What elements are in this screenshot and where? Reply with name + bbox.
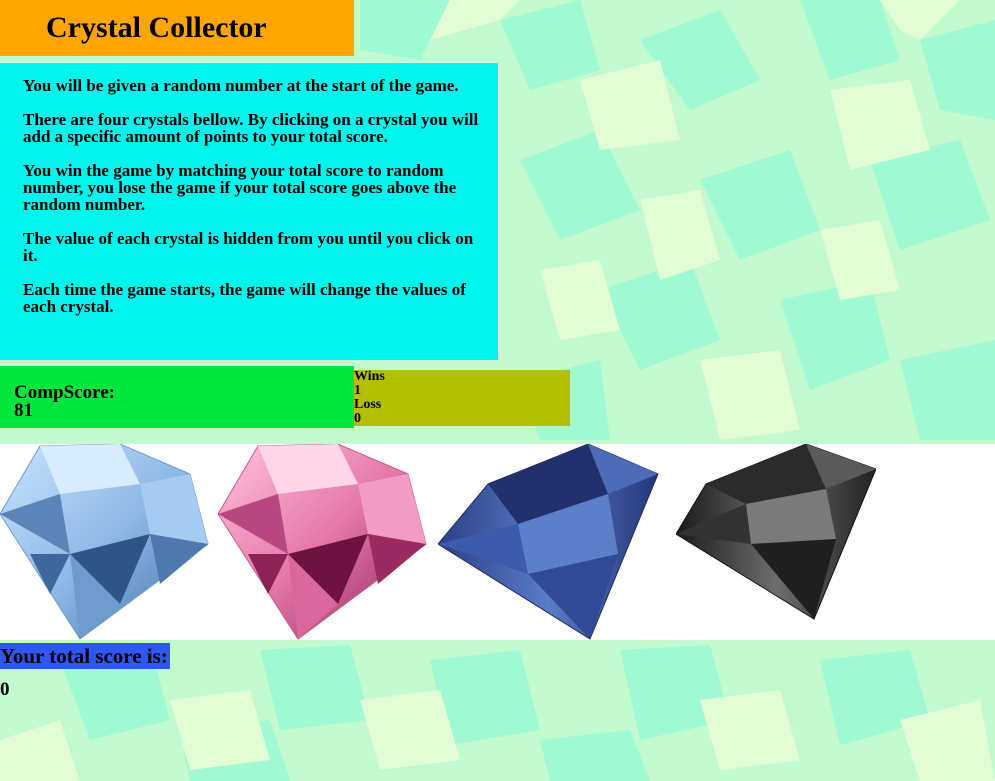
wins-value: 1 <box>354 383 361 398</box>
instruction-line: You will be given a random number at the… <box>23 76 459 95</box>
instruction-line: The value of each crystal is hidden from… <box>23 229 474 265</box>
wins-loss-panel: Wins 1 Loss 0 <box>354 370 570 426</box>
pink-crystal[interactable] <box>218 444 428 640</box>
crystal-row <box>0 444 995 640</box>
total-score-value: 0 <box>0 679 10 700</box>
computer-score-panel: CompScore: 81 <box>0 366 354 428</box>
loss-value: 0 <box>354 411 361 426</box>
computer-score-value: 81 <box>14 400 33 421</box>
instruction-line: You win the game by matching your total … <box>23 161 457 214</box>
instruction-line: Each time the game starts, the game will… <box>23 280 466 316</box>
instruction-line: There are four crystals bellow. By click… <box>23 110 479 146</box>
game-title: Crystal Collector <box>46 11 267 44</box>
dark-blue-crystal[interactable] <box>438 444 660 640</box>
light-blue-crystal[interactable] <box>0 444 210 640</box>
title-banner: Crystal Collector <box>0 0 354 56</box>
wins-label: Wins <box>354 369 385 384</box>
black-crystal[interactable] <box>676 444 876 640</box>
loss-label: Loss <box>354 397 382 412</box>
instructions-panel: You will be given a random number at the… <box>0 63 498 360</box>
total-score-label: Your total score is: <box>0 643 170 669</box>
